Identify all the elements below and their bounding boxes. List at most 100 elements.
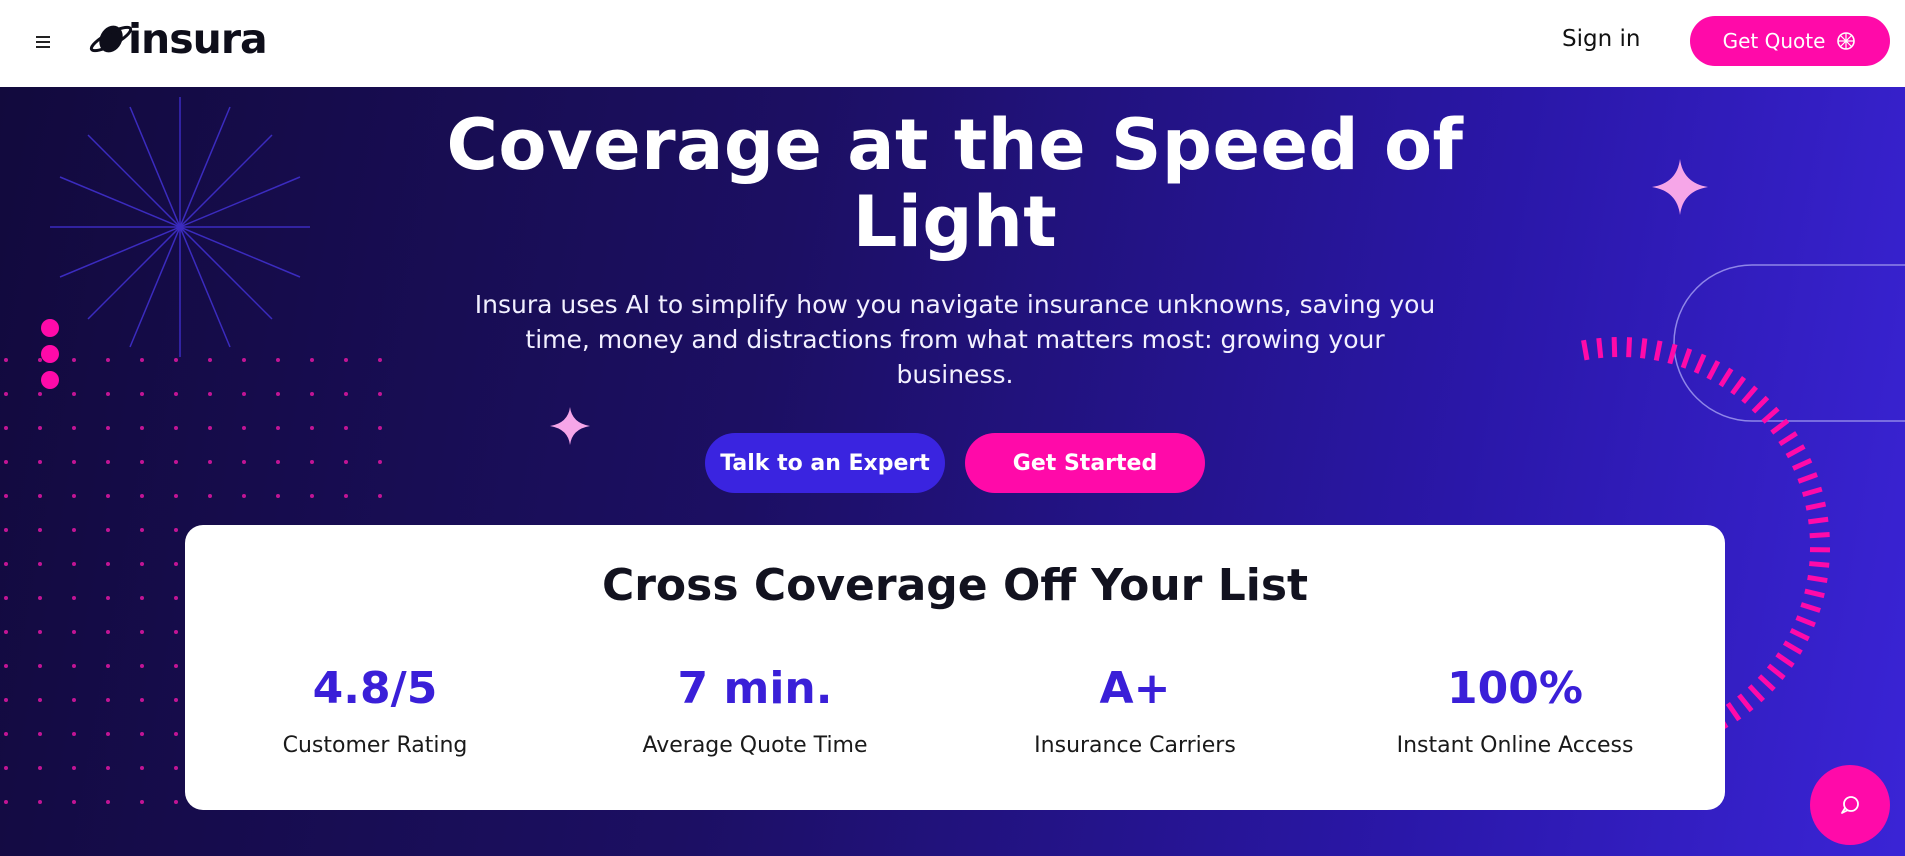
- sparkle-star-right: [1652, 159, 1708, 215]
- ring-tick: [1801, 486, 1823, 498]
- starburst-graphic: [50, 97, 310, 357]
- grid-dot: [242, 494, 246, 498]
- chat-button[interactable]: [1810, 765, 1890, 845]
- grid-dot: [38, 426, 42, 430]
- grid-dot: [174, 528, 178, 532]
- ring-tick: [1770, 418, 1790, 435]
- ring-tick: [1761, 406, 1780, 424]
- get-quote-button[interactable]: Get Quote: [1690, 16, 1890, 66]
- grid-dot: [174, 392, 178, 396]
- hero-title: Coverage at the Speed of Light: [446, 104, 1464, 263]
- grid-dot: [276, 358, 280, 362]
- grid-dot: [38, 800, 42, 804]
- hero-section: Coverage at the Speed of Light Insura us…: [0, 87, 1905, 856]
- grid-dot: [4, 528, 8, 532]
- grid-dot: [174, 460, 178, 464]
- brand-logo[interactable]: insura: [88, 14, 268, 64]
- stat-customer-rating: 4.8/5 Customer Rating: [185, 663, 565, 759]
- grid-dot: [4, 800, 8, 804]
- sign-in-link[interactable]: Sign in: [1562, 26, 1640, 52]
- ring-tick: [1706, 360, 1721, 381]
- ring-tick: [1791, 457, 1813, 471]
- grid-dot: [106, 392, 110, 396]
- grid-dot: [378, 392, 382, 396]
- sparkle-star-left: [550, 407, 590, 445]
- stat-instant-online-access: 100% Instant Online Access: [1325, 667, 1705, 759]
- grid-dot: [38, 358, 42, 362]
- ring-tick: [1730, 376, 1747, 396]
- grid-dot: [4, 426, 8, 430]
- grid-dot: [208, 426, 212, 430]
- ring-tick: [1653, 340, 1663, 361]
- ring-tick: [1808, 516, 1829, 525]
- ring-tick: [1693, 353, 1707, 374]
- grid-dot: [72, 392, 76, 396]
- grid-dot: [140, 528, 144, 532]
- grid-dot: [4, 562, 8, 566]
- talk-to-expert-button[interactable]: Talk to an Expert: [705, 433, 945, 493]
- grid-dot: [106, 766, 110, 770]
- grid-dot: [140, 494, 144, 498]
- get-started-button[interactable]: Get Started: [965, 433, 1205, 493]
- grid-dot: [174, 732, 178, 736]
- grid-dot: [38, 630, 42, 634]
- grid-dot: [4, 460, 8, 464]
- menu-icon[interactable]: [36, 32, 52, 52]
- ring-tick: [1797, 472, 1818, 484]
- grid-dot: [72, 562, 76, 566]
- stat-label: Instant Online Access: [1396, 733, 1634, 758]
- grid-dot: [72, 528, 76, 532]
- hero-subtitle: Insura uses AI to simplify how you navig…: [474, 290, 1436, 389]
- stat-value: 4.8/5: [312, 663, 438, 714]
- ring-tick: [1789, 628, 1810, 642]
- ring-tick: [1778, 431, 1798, 447]
- grid-dot: [140, 358, 144, 362]
- stat-label: Average Quote Time: [642, 733, 868, 758]
- grid-dot: [38, 732, 42, 736]
- grid-dot: [344, 426, 348, 430]
- grid-dot: [72, 358, 76, 362]
- ring-tick: [1751, 395, 1770, 414]
- stat-value: 7 min.: [677, 663, 833, 714]
- grid-dot: [38, 596, 42, 600]
- stats-title: Cross Coverage Off Your List: [601, 560, 1309, 611]
- grid-dot: [276, 494, 280, 498]
- grid-dot: [242, 460, 246, 464]
- grid-dot: [140, 562, 144, 566]
- grid-dot: [310, 460, 314, 464]
- grid-dot: [174, 596, 178, 600]
- grid-dot: [140, 800, 144, 804]
- ring-tick: [1805, 501, 1827, 511]
- ring-tick: [1775, 652, 1795, 668]
- grid-dot: [106, 630, 110, 634]
- grid-dot: [72, 766, 76, 770]
- grid-dot: [174, 358, 178, 362]
- grid-dot: [4, 732, 8, 736]
- grid-dot: [106, 800, 110, 804]
- grid-dot: [378, 460, 382, 464]
- grid-dot: [310, 426, 314, 430]
- sparkle-ai-icon: [1837, 32, 1856, 50]
- grid-dot: [4, 664, 8, 668]
- pink-dots-vertical: [41, 319, 59, 389]
- grid-dot: [208, 392, 212, 396]
- grid-dot: [140, 698, 144, 702]
- ring-tick: [1680, 348, 1693, 369]
- grid-dot: [72, 426, 76, 430]
- grid-dot: [106, 358, 110, 362]
- grid-dot: [106, 460, 110, 464]
- grid-dot: [38, 664, 42, 668]
- grid-dot: [72, 664, 76, 668]
- grid-dot: [140, 460, 144, 464]
- grid-dot: [344, 494, 348, 498]
- grid-dot: [38, 460, 42, 464]
- grid-dot: [4, 392, 8, 396]
- ring-tick: [1725, 701, 1742, 722]
- ring-tick: [1737, 693, 1754, 713]
- grid-dot: [38, 528, 42, 532]
- grid-dot: [38, 562, 42, 566]
- grid-dot: [106, 426, 110, 430]
- chat-bubble-icon: [1841, 796, 1859, 814]
- grid-dot: [378, 358, 382, 362]
- stat-label: Customer Rating: [282, 733, 468, 758]
